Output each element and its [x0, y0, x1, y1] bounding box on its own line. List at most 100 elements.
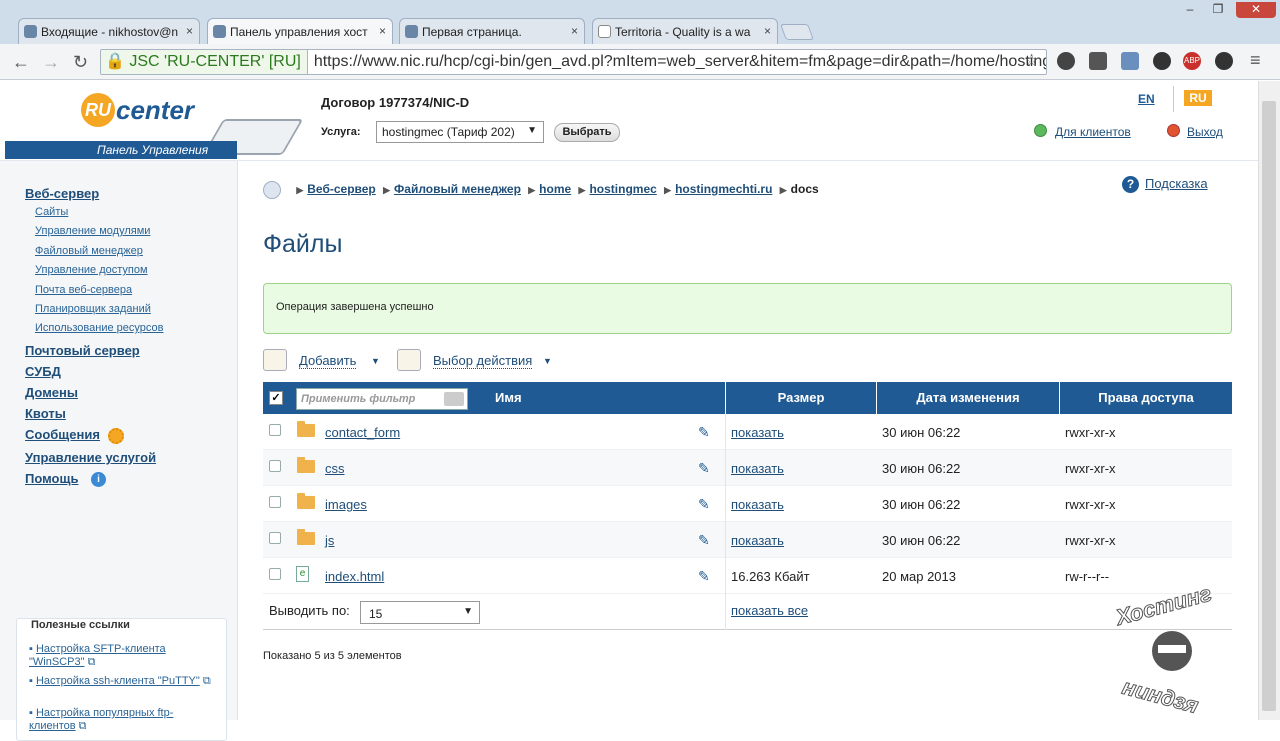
tab-inbox[interactable]: Входящие - nikhostov@n ×	[18, 18, 200, 44]
menu-icon[interactable]: ≡	[1250, 50, 1261, 71]
col-name[interactable]: Имя	[483, 382, 725, 414]
maximize-button[interactable]: ❐	[1206, 2, 1230, 18]
row-checkbox[interactable]	[269, 460, 281, 472]
breadcrumb-domain[interactable]: hostingmechti.ru	[675, 182, 772, 196]
clients-dot-icon	[1034, 124, 1047, 137]
sidebar-sub-access[interactable]: Управление доступом	[35, 264, 148, 276]
opera-icon[interactable]	[1153, 52, 1171, 70]
file-name-link[interactable]: js	[325, 533, 334, 548]
new-tab-button[interactable]	[780, 24, 814, 40]
tab-territoria[interactable]: Territoria - Quality is a wa ×	[592, 18, 778, 44]
sidebar-item-web-server[interactable]: Веб-сервер	[25, 186, 99, 201]
tab-close-icon[interactable]: ×	[379, 24, 386, 38]
show-all-link[interactable]: показать все	[731, 603, 808, 618]
lang-ru-badge[interactable]: RU	[1184, 90, 1212, 106]
row-checkbox[interactable]	[269, 424, 281, 436]
bookmark-star-icon[interactable]: ☆	[1024, 51, 1039, 71]
ev-certificate-badge[interactable]: 🔒 JSC 'RU-CENTER' [RU]	[101, 50, 308, 74]
folder-icon[interactable]	[1121, 52, 1139, 70]
breadcrumb-hostingmec[interactable]: hostingmec	[589, 182, 656, 196]
extension-icon[interactable]	[1089, 52, 1107, 70]
size-show-link[interactable]: показать	[731, 533, 784, 548]
service-select[interactable]: hostingmec (Тариф 202) ▼	[376, 121, 544, 143]
exit-dot-icon	[1167, 124, 1180, 137]
sidebar-item-service-management[interactable]: Управление услугой	[25, 450, 156, 465]
lock-icon: 🔒	[105, 53, 125, 70]
file-name-link[interactable]: css	[325, 461, 345, 476]
back-arrow-icon[interactable]: ←	[12, 52, 30, 73]
sidebar-sub-sites[interactable]: Сайты	[35, 206, 68, 218]
history-icon[interactable]	[1057, 52, 1075, 70]
per-page-select[interactable]: 15 ▼	[360, 601, 480, 624]
sidebar-sub-file-manager[interactable]: Файловый менеджер	[35, 245, 143, 257]
col-date[interactable]: Дата изменения	[876, 382, 1059, 414]
select-all-checkbox[interactable]: ✓	[269, 391, 283, 405]
sidebar-item-domains[interactable]: Домены	[25, 385, 78, 400]
breadcrumb-file-manager[interactable]: Файловый менеджер	[394, 182, 521, 196]
adblock-icon[interactable]: ABP	[1183, 52, 1201, 70]
sidebar-item-messages[interactable]: Сообщения	[25, 427, 100, 442]
modified-date: 30 июн 06:22	[882, 497, 961, 512]
sidebar-item-quotas[interactable]: Квоты	[25, 406, 66, 421]
minimize-button[interactable]: –	[1178, 2, 1202, 18]
sidebar-sub-scheduler[interactable]: Планировщик заданий	[35, 303, 151, 315]
row-checkbox[interactable]	[269, 532, 281, 544]
lang-en-link[interactable]: EN	[1138, 92, 1155, 106]
ru-center-logo[interactable]: RU center Панель Управления	[5, 81, 304, 160]
breadcrumb-home[interactable]: home	[539, 182, 571, 196]
select-button[interactable]: Выбрать	[554, 123, 620, 142]
search-icon[interactable]	[444, 392, 464, 406]
watermark-bottom-text: ниндзя	[1120, 674, 1201, 716]
sidebar-item-dbms[interactable]: СУБД	[25, 364, 61, 379]
filter-input[interactable]: Применить фильтр	[296, 388, 468, 410]
forward-arrow-icon[interactable]: →	[42, 52, 60, 73]
sidebar-item-help[interactable]: Помощь	[25, 471, 78, 486]
file-name-link[interactable]: index.html	[325, 569, 384, 584]
col-perms[interactable]: Права доступа	[1059, 382, 1232, 414]
tab-control-panel[interactable]: Панель управления хост ×	[207, 18, 393, 44]
sidebar-sub-webmail[interactable]: Почта веб-сервера	[35, 284, 132, 296]
file-name-link[interactable]: images	[325, 497, 367, 512]
logo-center-text: center	[116, 95, 195, 125]
exit-link[interactable]: Выход	[1187, 125, 1223, 139]
row-checkbox[interactable]	[269, 568, 281, 580]
tab-first-page[interactable]: Первая страница. ×	[399, 18, 585, 44]
modified-date: 30 июн 06:22	[882, 461, 961, 476]
useful-link-winscp[interactable]: ▪ Настройка SFTP-клиента "WinSCP3" ⧉	[29, 643, 219, 669]
row-checkbox[interactable]	[269, 496, 281, 508]
edit-icon[interactable]: ✎	[698, 496, 718, 512]
clients-link[interactable]: Для клиентов	[1055, 125, 1131, 139]
col-size[interactable]: Размер	[725, 382, 876, 414]
tab-close-icon[interactable]: ×	[186, 24, 193, 38]
logo-ru-mark: RU	[81, 93, 115, 127]
edit-icon[interactable]: ✎	[698, 460, 718, 476]
logo-tagline: Панель Управления	[5, 141, 237, 159]
tab-close-icon[interactable]: ×	[571, 24, 578, 38]
sidebar-sub-modules[interactable]: Управление модулями	[35, 225, 150, 237]
size-show-link[interactable]: показать	[731, 461, 784, 476]
useful-link-ftp[interactable]: ▪ Настройка популярных ftp-клиентов ⧉	[29, 707, 219, 733]
address-bar[interactable]: 🔒 JSC 'RU-CENTER' [RU] https://www.nic.ru…	[100, 49, 1047, 75]
reload-icon[interactable]: ↻	[73, 52, 88, 73]
tab-label: Входящие - nikhostov@n	[41, 25, 179, 39]
edit-icon[interactable]: ✎	[698, 532, 718, 548]
ghostery-icon[interactable]	[1215, 52, 1233, 70]
edit-icon[interactable]: ✎	[698, 568, 718, 584]
service-select-value: hostingmec (Тариф 202)	[382, 125, 515, 139]
useful-link-putty[interactable]: ▪ Настройка ssh-клиента "PuTTY" ⧉	[29, 675, 219, 688]
close-window-button[interactable]: ✕	[1236, 2, 1276, 18]
lang-divider	[1173, 86, 1174, 112]
breadcrumb-current: docs	[790, 182, 819, 197]
sidebar-item-mail-server[interactable]: Почтовый сервер	[25, 343, 140, 358]
edit-icon[interactable]: ✎	[698, 424, 718, 440]
size-show-link[interactable]: показать	[731, 425, 784, 440]
tab-close-icon[interactable]: ×	[764, 24, 771, 38]
page-scrollbar[interactable]	[1258, 81, 1280, 720]
breadcrumb-web-server[interactable]: Веб-сервер	[307, 182, 376, 196]
help-link[interactable]: ? Подсказка	[1122, 176, 1208, 193]
file-name-link[interactable]: contact_form	[325, 425, 400, 440]
sidebar-sub-resources[interactable]: Использование ресурсов	[35, 322, 163, 334]
scrollbar-thumb[interactable]	[1262, 101, 1276, 711]
size-show-link[interactable]: показать	[731, 497, 784, 512]
table-row: css ✎ показать 30 июн 06:22 rwxr-xr-x	[263, 450, 1232, 486]
